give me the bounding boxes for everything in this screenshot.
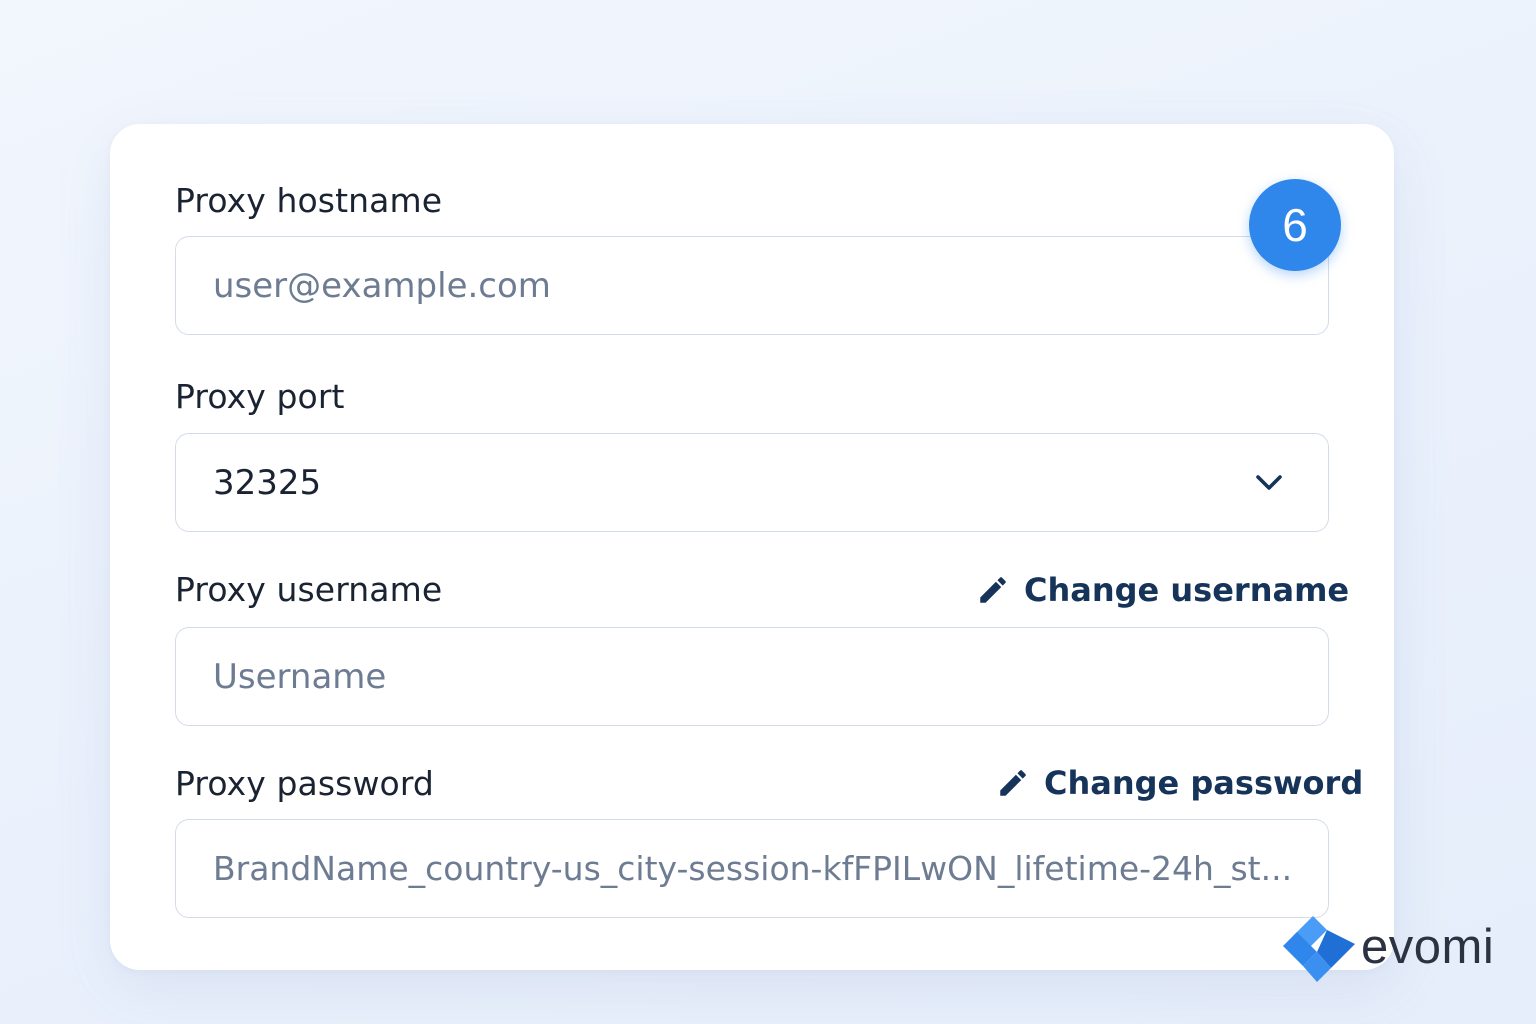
proxy-port-select[interactable]: 32325 — [175, 433, 1329, 532]
chevron-down-icon[interactable] — [1254, 470, 1284, 496]
proxy-hostname-input[interactable]: user@example.com — [175, 236, 1329, 335]
change-username-link[interactable]: Change username — [976, 570, 1349, 610]
proxy-port-label: Proxy port — [175, 377, 345, 416]
evomi-logo-icon — [1283, 916, 1355, 982]
proxy-hostname-label: Proxy hostname — [175, 181, 443, 220]
proxy-password-value: BrandName_country-us_city-session-kfFPIL… — [213, 849, 1293, 888]
pencil-icon — [1000, 770, 1026, 796]
change-username-label: Change username — [1024, 571, 1350, 609]
proxy-password-label: Proxy password — [175, 764, 434, 803]
pencil-icon — [980, 577, 1006, 603]
proxy-hostname-placeholder: user@example.com — [213, 265, 551, 306]
step-number-badge: 6 — [1249, 179, 1341, 271]
proxy-username-input[interactable]: Username — [175, 627, 1329, 726]
proxy-settings-card: Proxy hostname user@example.com 6 Proxy … — [110, 124, 1394, 970]
change-password-link[interactable]: Change password — [996, 763, 1363, 803]
proxy-port-selected-value: 32325 — [213, 462, 322, 503]
evomi-brand-logo: evomi — [1281, 913, 1494, 985]
brand-name: evomi — [1361, 920, 1495, 974]
change-password-label: Change password — [1044, 764, 1364, 802]
proxy-password-input[interactable]: BrandName_country-us_city-session-kfFPIL… — [175, 819, 1329, 918]
proxy-username-placeholder: Username — [213, 656, 387, 697]
proxy-username-label: Proxy username — [175, 570, 443, 609]
